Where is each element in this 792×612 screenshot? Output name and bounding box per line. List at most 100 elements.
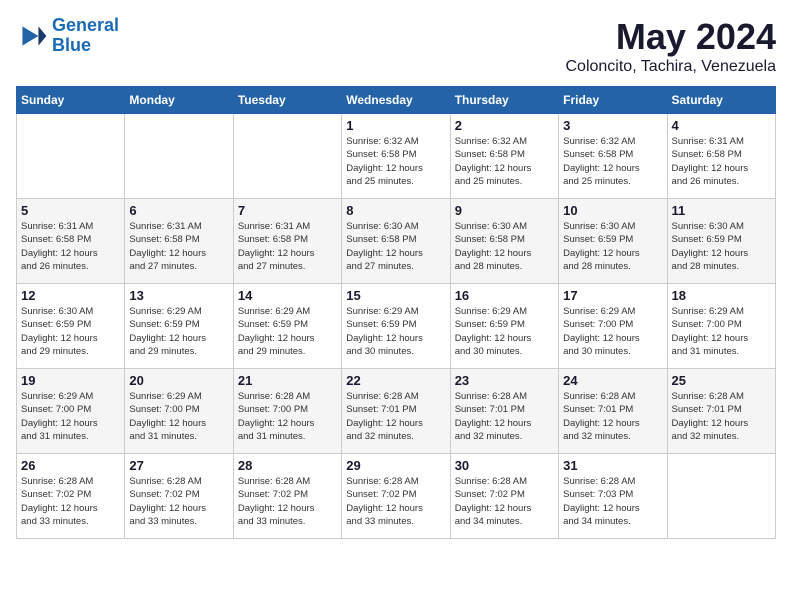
calendar-cell: 4 Sunrise: 6:31 AM Sunset: 6:58 PM Daylig… <box>667 114 775 199</box>
day-info: Sunrise: 6:30 AM Sunset: 6:59 PM Dayligh… <box>672 220 771 273</box>
day-number: 27 <box>129 458 228 473</box>
day-info: Sunrise: 6:31 AM Sunset: 6:58 PM Dayligh… <box>21 220 120 273</box>
day-number: 24 <box>563 373 662 388</box>
calendar-cell: 18 Sunrise: 6:29 AM Sunset: 7:00 PM Dayli… <box>667 284 775 369</box>
calendar-cell: 15Sunrise: 6:29 AM Sunset: 6:59 PM Dayli… <box>342 284 450 369</box>
day-number: 8 <box>346 203 445 218</box>
day-info: Sunrise: 6:29 AM Sunset: 6:59 PM Dayligh… <box>346 305 445 358</box>
day-info: Sunrise: 6:28 AM Sunset: 7:03 PM Dayligh… <box>563 475 662 528</box>
calendar-cell: 27 Sunrise: 6:28 AM Sunset: 7:02 PM Dayli… <box>125 454 233 539</box>
day-info: Sunrise: 6:30 AM Sunset: 6:58 PM Dayligh… <box>346 220 445 273</box>
day-info: Sunrise: 6:28 AM Sunset: 7:02 PM Dayligh… <box>455 475 554 528</box>
calendar-week-row: 19Sunrise: 6:29 AM Sunset: 7:00 PM Dayli… <box>17 369 776 454</box>
calendar-cell: 2Sunrise: 6:32 AM Sunset: 6:58 PM Daylig… <box>450 114 558 199</box>
day-number: 22 <box>346 373 445 388</box>
day-info: Sunrise: 6:28 AM Sunset: 7:02 PM Dayligh… <box>346 475 445 528</box>
day-info: Sunrise: 6:28 AM Sunset: 7:02 PM Dayligh… <box>129 475 228 528</box>
day-info: Sunrise: 6:28 AM Sunset: 7:01 PM Dayligh… <box>672 390 771 443</box>
day-number: 16 <box>455 288 554 303</box>
day-number: 25 <box>672 373 771 388</box>
calendar-cell: 28 Sunrise: 6:28 AM Sunset: 7:02 PM Dayli… <box>233 454 341 539</box>
day-info: Sunrise: 6:29 AM Sunset: 6:59 PM Dayligh… <box>455 305 554 358</box>
weekday-header: Friday <box>559 87 667 114</box>
logo-icon <box>16 20 48 52</box>
calendar-cell: 13 Sunrise: 6:29 AM Sunset: 6:59 PM Dayli… <box>125 284 233 369</box>
day-number: 29 <box>346 458 445 473</box>
day-info: Sunrise: 6:28 AM Sunset: 7:02 PM Dayligh… <box>238 475 337 528</box>
logo-text: General Blue <box>52 16 119 56</box>
day-info: Sunrise: 6:29 AM Sunset: 7:00 PM Dayligh… <box>563 305 662 358</box>
weekday-header: Sunday <box>17 87 125 114</box>
day-number: 10 <box>563 203 662 218</box>
day-info: Sunrise: 6:29 AM Sunset: 6:59 PM Dayligh… <box>129 305 228 358</box>
calendar-cell: 26 Sunrise: 6:28 AM Sunset: 7:02 PM Dayli… <box>17 454 125 539</box>
weekday-header: Wednesday <box>342 87 450 114</box>
title-block: May 2024 Coloncito, Tachira, Venezuela <box>565 16 776 76</box>
calendar-cell: 25 Sunrise: 6:28 AM Sunset: 7:01 PM Dayli… <box>667 369 775 454</box>
day-number: 28 <box>238 458 337 473</box>
calendar-cell: 20 Sunrise: 6:29 AM Sunset: 7:00 PM Dayli… <box>125 369 233 454</box>
weekday-header-row: SundayMondayTuesdayWednesdayThursdayFrid… <box>17 87 776 114</box>
day-info: Sunrise: 6:28 AM Sunset: 7:00 PM Dayligh… <box>238 390 337 443</box>
day-info: Sunrise: 6:30 AM Sunset: 6:58 PM Dayligh… <box>455 220 554 273</box>
calendar-cell: 8 Sunrise: 6:30 AM Sunset: 6:58 PM Daylig… <box>342 199 450 284</box>
calendar-cell: 5 Sunrise: 6:31 AM Sunset: 6:58 PM Daylig… <box>17 199 125 284</box>
day-info: Sunrise: 6:29 AM Sunset: 7:00 PM Dayligh… <box>129 390 228 443</box>
calendar-cell: 16 Sunrise: 6:29 AM Sunset: 6:59 PM Dayli… <box>450 284 558 369</box>
weekday-header: Monday <box>125 87 233 114</box>
calendar-cell <box>125 114 233 199</box>
month-title: May 2024 <box>565 16 776 58</box>
calendar-cell: 6Sunrise: 6:31 AM Sunset: 6:58 PM Daylig… <box>125 199 233 284</box>
day-number: 14 <box>238 288 337 303</box>
day-info: Sunrise: 6:29 AM Sunset: 6:59 PM Dayligh… <box>238 305 337 358</box>
day-info: Sunrise: 6:31 AM Sunset: 6:58 PM Dayligh… <box>238 220 337 273</box>
day-number: 2 <box>455 118 554 133</box>
day-number: 18 <box>672 288 771 303</box>
day-number: 31 <box>563 458 662 473</box>
day-number: 1 <box>346 118 445 133</box>
location-title: Coloncito, Tachira, Venezuela <box>565 58 776 76</box>
weekday-header: Tuesday <box>233 87 341 114</box>
day-number: 26 <box>21 458 120 473</box>
day-number: 11 <box>672 203 771 218</box>
day-number: 12 <box>21 288 120 303</box>
calendar-cell: 22Sunrise: 6:28 AM Sunset: 7:01 PM Dayli… <box>342 369 450 454</box>
weekday-header: Thursday <box>450 87 558 114</box>
day-number: 17 <box>563 288 662 303</box>
weekday-header: Saturday <box>667 87 775 114</box>
calendar-cell: 30 Sunrise: 6:28 AM Sunset: 7:02 PM Dayli… <box>450 454 558 539</box>
calendar-cell <box>233 114 341 199</box>
calendar-body: 1 Sunrise: 6:32 AM Sunset: 6:58 PM Daylig… <box>17 114 776 539</box>
calendar-cell: 17 Sunrise: 6:29 AM Sunset: 7:00 PM Dayli… <box>559 284 667 369</box>
calendar-cell: 19Sunrise: 6:29 AM Sunset: 7:00 PM Dayli… <box>17 369 125 454</box>
day-info: Sunrise: 6:30 AM Sunset: 6:59 PM Dayligh… <box>563 220 662 273</box>
day-info: Sunrise: 6:29 AM Sunset: 7:00 PM Dayligh… <box>672 305 771 358</box>
calendar-cell: 21 Sunrise: 6:28 AM Sunset: 7:00 PM Dayli… <box>233 369 341 454</box>
day-number: 21 <box>238 373 337 388</box>
calendar-cell: 23Sunrise: 6:28 AM Sunset: 7:01 PM Dayli… <box>450 369 558 454</box>
calendar-cell <box>17 114 125 199</box>
day-number: 7 <box>238 203 337 218</box>
logo: General Blue <box>16 16 119 56</box>
calendar-cell: 11 Sunrise: 6:30 AM Sunset: 6:59 PM Dayli… <box>667 199 775 284</box>
calendar-cell: 12Sunrise: 6:30 AM Sunset: 6:59 PM Dayli… <box>17 284 125 369</box>
calendar-cell: 3 Sunrise: 6:32 AM Sunset: 6:58 PM Daylig… <box>559 114 667 199</box>
day-number: 5 <box>21 203 120 218</box>
day-info: Sunrise: 6:31 AM Sunset: 6:58 PM Dayligh… <box>129 220 228 273</box>
day-info: Sunrise: 6:32 AM Sunset: 6:58 PM Dayligh… <box>563 135 662 188</box>
calendar-header: SundayMondayTuesdayWednesdayThursdayFrid… <box>17 87 776 114</box>
day-number: 20 <box>129 373 228 388</box>
calendar-cell: 24 Sunrise: 6:28 AM Sunset: 7:01 PM Dayli… <box>559 369 667 454</box>
calendar-cell <box>667 454 775 539</box>
calendar-week-row: 1 Sunrise: 6:32 AM Sunset: 6:58 PM Daylig… <box>17 114 776 199</box>
day-number: 30 <box>455 458 554 473</box>
day-number: 9 <box>455 203 554 218</box>
day-info: Sunrise: 6:28 AM Sunset: 7:02 PM Dayligh… <box>21 475 120 528</box>
calendar-cell: 29 Sunrise: 6:28 AM Sunset: 7:02 PM Dayli… <box>342 454 450 539</box>
day-number: 3 <box>563 118 662 133</box>
day-info: Sunrise: 6:32 AM Sunset: 6:58 PM Dayligh… <box>346 135 445 188</box>
day-number: 4 <box>672 118 771 133</box>
day-info: Sunrise: 6:31 AM Sunset: 6:58 PM Dayligh… <box>672 135 771 188</box>
day-info: Sunrise: 6:28 AM Sunset: 7:01 PM Dayligh… <box>563 390 662 443</box>
day-number: 13 <box>129 288 228 303</box>
